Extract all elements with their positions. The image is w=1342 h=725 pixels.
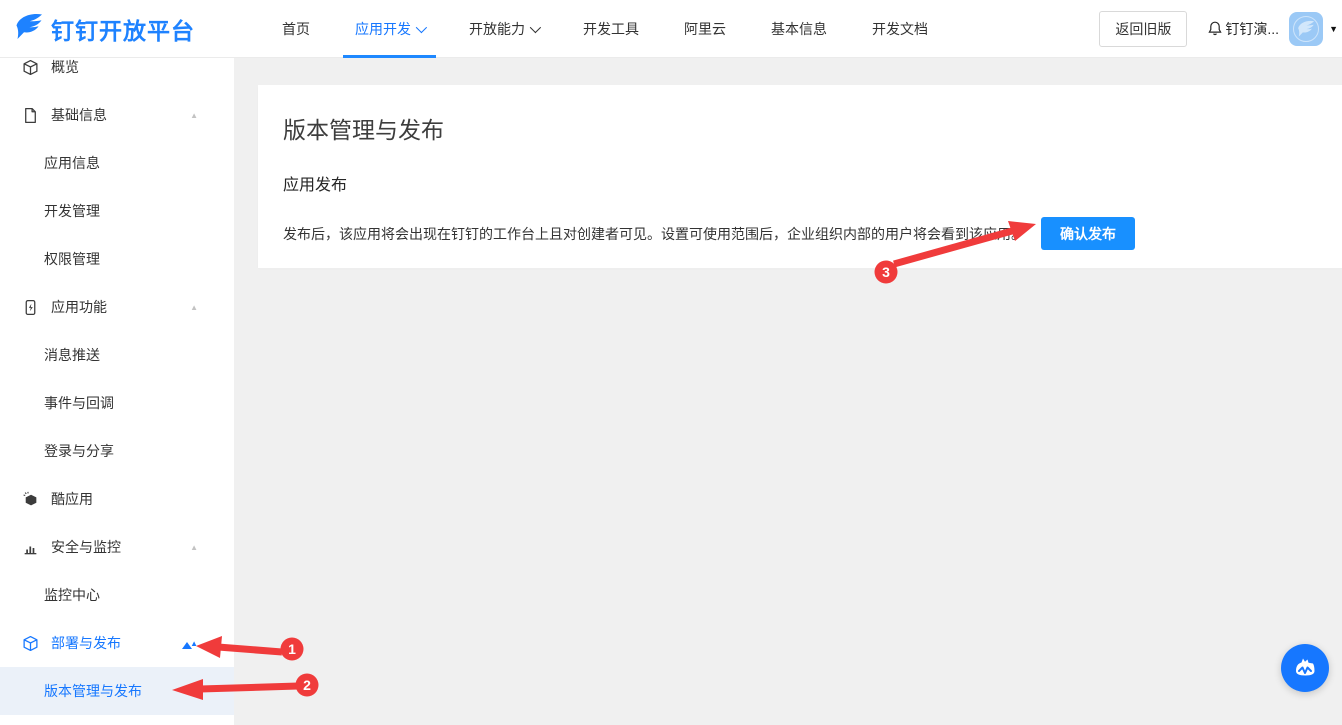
sidebar-item-basic-info[interactable]: 基础信息 ▲ (0, 91, 234, 139)
sidebar-item-cool-app[interactable]: 酷应用 (0, 475, 234, 523)
main-nav: 首页 应用开发 开放能力 开发工具 阿里云 基本信息 开发文档 (282, 0, 928, 58)
logo-text: 钉钉开放平台 (51, 12, 195, 46)
account-caret-icon[interactable]: ▼ (1329, 24, 1338, 34)
nav-home[interactable]: 首页 (282, 0, 310, 58)
avatar[interactable] (1289, 12, 1323, 46)
collapse-arrow-icon[interactable]: ▲ (190, 543, 198, 552)
svg-text:2: 2 (303, 677, 311, 693)
customer-service-float-button[interactable] (1281, 644, 1329, 692)
sidebar-item-security-monitoring[interactable]: 安全与监控 ▲ (0, 523, 234, 571)
collapse-arrow-icon[interactable]: ▲ (190, 303, 198, 312)
page-title: 版本管理与发布 (283, 111, 1312, 145)
sidebar-item-deploy-release[interactable]: 部署与发布 ▲ (0, 619, 234, 667)
collapse-arrow-icon[interactable]: ▲ (190, 639, 198, 648)
sidebar-item-app-info[interactable]: 应用信息 (0, 139, 234, 187)
nav-dev-docs[interactable]: 开发文档 (872, 0, 928, 58)
sidebar-item-overview[interactable]: 概览 (0, 58, 234, 91)
publish-description: 发布后，该应用将会出现在钉钉的工作台上且对创建者可见。设置可使用范围后，企业组织… (283, 224, 1025, 244)
header-right: 返回旧版 钉钉演... ▼ (1099, 11, 1342, 47)
bar-chart-icon (22, 539, 39, 556)
sidebar-item-monitoring-center[interactable]: 监控中心 (0, 571, 234, 619)
cool-app-icon (22, 491, 39, 508)
sidebar: 概览 基础信息 ▲ 应用信息 开发管理 权限管理 应用功能 ▲ 消息推送 事件与… (0, 58, 235, 725)
notification-user[interactable]: 钉钉演... (1207, 19, 1279, 39)
sidebar-item-version-management-release[interactable]: 版本管理与发布 (0, 667, 234, 715)
nav-aliyun[interactable]: 阿里云 (684, 0, 726, 58)
svg-text:1: 1 (288, 641, 296, 657)
cube-icon (22, 59, 39, 76)
active-tab-underline (343, 55, 436, 58)
document-icon (22, 107, 39, 124)
dingtalk-logo[interactable]: 钉钉开放平台 (0, 11, 250, 46)
back-to-old-version-button[interactable]: 返回旧版 (1099, 11, 1187, 47)
chevron-down-icon (416, 21, 427, 32)
nav-dev-tools[interactable]: 开发工具 (583, 0, 639, 58)
top-header: 钉钉开放平台 首页 应用开发 开放能力 开发工具 阿里云 基本信息 开发文档 返… (0, 0, 1342, 58)
sidebar-item-login-share[interactable]: 登录与分享 (0, 427, 234, 475)
sidebar-item-app-features[interactable]: 应用功能 ▲ (0, 283, 234, 331)
version-release-card: 版本管理与发布 应用发布 发布后，该应用将会出现在钉钉的工作台上且对创建者可见。… (258, 85, 1342, 268)
nav-app-development[interactable]: 应用开发 (355, 0, 424, 58)
app-publish-section-title: 应用发布 (283, 171, 1312, 195)
nav-open-capabilities[interactable]: 开放能力 (469, 0, 538, 58)
confirm-publish-button[interactable]: 确认发布 (1041, 217, 1135, 250)
chevron-down-icon (530, 21, 541, 32)
service-mascot-icon (1290, 653, 1320, 683)
sidebar-item-events-callbacks[interactable]: 事件与回调 (0, 379, 234, 427)
sidebar-item-dev-management[interactable]: 开发管理 (0, 187, 234, 235)
sidebar-item-message-push[interactable]: 消息推送 (0, 331, 234, 379)
avatar-ring (1293, 16, 1319, 42)
user-name: 钉钉演... (1225, 19, 1279, 39)
dingtalk-wing-icon (13, 11, 45, 46)
phone-bolt-icon (22, 299, 39, 316)
bell-icon (1207, 20, 1223, 37)
sidebar-item-permission-management[interactable]: 权限管理 (0, 235, 234, 283)
collapse-arrow-icon[interactable]: ▲ (190, 111, 198, 120)
deploy-cube-icon (22, 635, 39, 652)
nav-basic-info[interactable]: 基本信息 (771, 0, 827, 58)
